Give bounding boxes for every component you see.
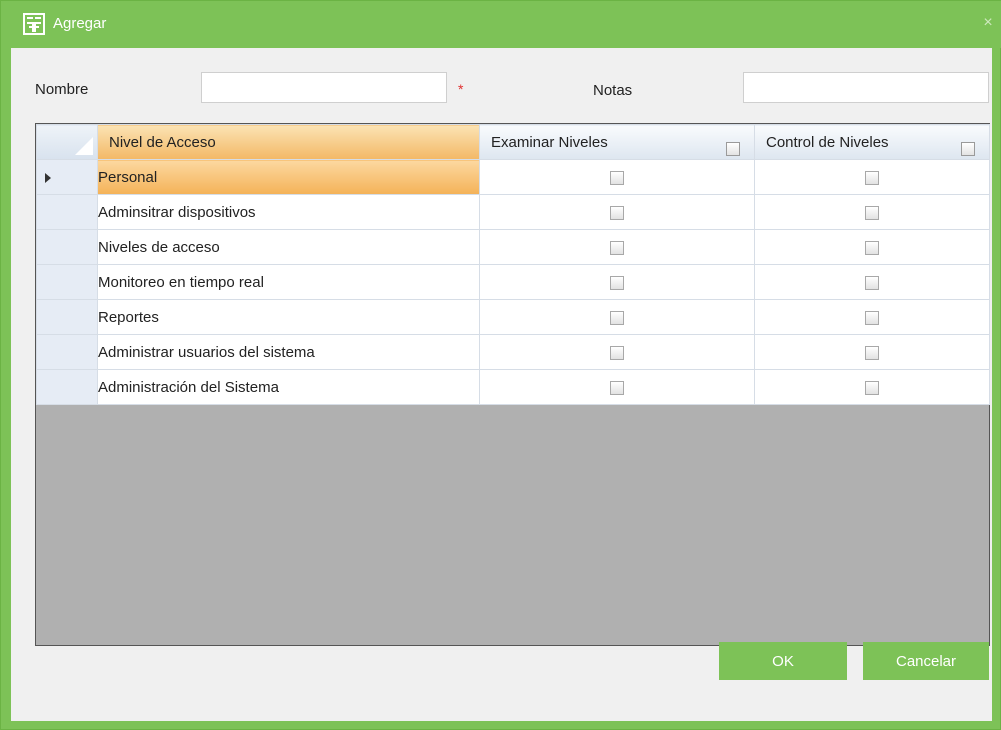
access-level-name[interactable]: Reportes — [97, 299, 480, 335]
ok-button[interactable]: OK — [719, 642, 847, 680]
control-all-checkbox[interactable] — [961, 141, 975, 156]
table-row[interactable]: Administración del Sistema — [36, 369, 990, 405]
examinar-checkbox[interactable] — [610, 170, 624, 185]
examinar-all-checkbox[interactable] — [726, 141, 740, 156]
access-level-name[interactable]: Monitoreo en tiempo real — [97, 264, 480, 300]
name-label: Nombre — [35, 81, 89, 98]
access-level-name[interactable]: Personal — [97, 159, 480, 195]
control-checkbox[interactable] — [865, 170, 879, 185]
control-checkbox[interactable] — [865, 345, 879, 360]
access-level-name[interactable]: Administración del Sistema — [97, 369, 480, 405]
examinar-checkbox[interactable] — [610, 275, 624, 290]
notes-input[interactable] — [743, 72, 989, 103]
cancel-button[interactable]: Cancelar — [863, 642, 989, 680]
column-header-control: Control de Niveles — [754, 124, 990, 160]
control-checkbox[interactable] — [865, 205, 879, 220]
name-input[interactable] — [201, 72, 447, 103]
examinar-checkbox[interactable] — [610, 345, 624, 360]
examinar-header-label: Examinar Niveles — [491, 133, 608, 151]
notes-label: Notas — [593, 82, 633, 99]
control-checkbox[interactable] — [865, 380, 879, 395]
table-row[interactable]: Reportes — [36, 299, 990, 335]
control-header-label: Control de Niveles — [766, 133, 889, 151]
row-header[interactable] — [36, 369, 98, 405]
table-row[interactable]: Niveles de acceso — [36, 229, 990, 265]
dialog-body: Nombre * Notas Nivel de Acceso Examinar — [11, 48, 992, 721]
grid-select-all-corner[interactable] — [36, 124, 98, 160]
control-checkbox[interactable] — [865, 310, 879, 325]
access-level-name[interactable]: Adminsitrar dispositivos — [97, 194, 480, 230]
table-row[interactable]: Monitoreo en tiempo real — [36, 264, 990, 300]
row-header[interactable] — [36, 264, 98, 300]
access-level-grid: Nivel de Acceso Examinar Niveles Control… — [35, 123, 990, 646]
examinar-checkbox[interactable] — [610, 310, 624, 325]
current-row-arrow-icon — [45, 173, 51, 183]
dialog-titlebar[interactable]: Agregar × — [1, 1, 1001, 48]
table-row[interactable]: Adminsitrar dispositivos — [36, 194, 990, 230]
dialog-title: Agregar — [53, 15, 107, 32]
row-header[interactable] — [36, 334, 98, 370]
column-header-examinar: Examinar Niveles — [479, 124, 755, 160]
table-row[interactable]: Administrar usuarios del sistema — [36, 334, 990, 370]
column-header-access-level[interactable]: Nivel de Acceso — [97, 124, 480, 160]
table-row[interactable]: Personal — [36, 159, 990, 195]
examinar-checkbox[interactable] — [610, 205, 624, 220]
edit-form-icon — [23, 13, 45, 35]
required-marker: * — [458, 81, 464, 97]
access-level-name[interactable]: Administrar usuarios del sistema — [97, 334, 480, 370]
control-checkbox[interactable] — [865, 275, 879, 290]
examinar-checkbox[interactable] — [610, 380, 624, 395]
add-dialog: Agregar × Nombre * Notas Nivel de Acceso — [0, 0, 1001, 730]
access-level-name[interactable]: Niveles de acceso — [97, 229, 480, 265]
close-icon[interactable]: × — [980, 15, 996, 31]
row-header[interactable] — [36, 299, 98, 335]
control-checkbox[interactable] — [865, 240, 879, 255]
row-header[interactable] — [36, 194, 98, 230]
row-header[interactable] — [36, 159, 98, 195]
row-header[interactable] — [36, 229, 98, 265]
examinar-checkbox[interactable] — [610, 240, 624, 255]
